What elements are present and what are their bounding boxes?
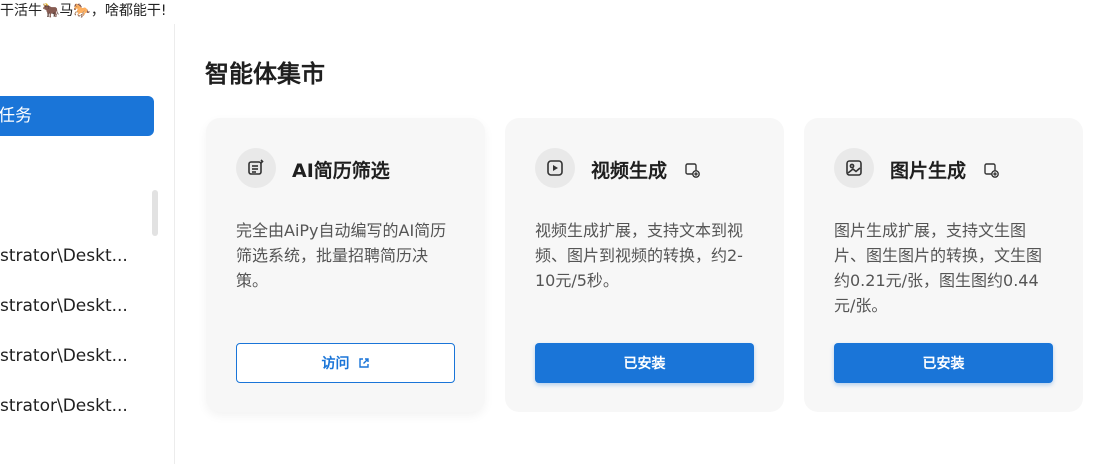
card-title: 视频生成 (591, 156, 700, 183)
page-title: 智能体集市 (205, 60, 325, 88)
visit-button[interactable]: 访问 (236, 343, 455, 383)
sidebar-scrollbar[interactable] (152, 190, 158, 236)
card-title-text: 视频生成 (591, 160, 668, 182)
extension-badge-icon (983, 161, 999, 183)
sidebar-task-item[interactable]: strator\Deskt... (0, 346, 128, 366)
card-title: 图片生成 (890, 156, 999, 183)
visit-button-label: 访问 (321, 356, 350, 372)
external-link-icon (358, 357, 370, 369)
card-description: 图片生成扩展，支持文生图片、图生图片的转换，文生图约0.21元/张，图生图约0.… (834, 221, 1043, 315)
card-description: 完全由AiPy自动编写的AI简历筛选系统，批量招聘简历决策。 (236, 221, 447, 290)
extension-badge-icon (684, 161, 700, 183)
image-icon (834, 148, 874, 188)
slogan: 干活牛🐂马🐎，啥都能干! (0, 3, 167, 19)
installed-button[interactable]: 已安装 (834, 343, 1053, 383)
sidebar-task-item[interactable]: strator\Deskt... (0, 296, 128, 316)
resume-filter-icon (236, 148, 276, 188)
installed-button[interactable]: 已安装 (535, 343, 754, 383)
card-title: AI简历筛选 (292, 160, 390, 182)
sidebar-task-item[interactable]: strator\Deskt... (0, 396, 128, 416)
video-icon (535, 148, 575, 188)
card-description: 视频生成扩展，支持文本到视频、图片到视频的转换，约2-10元/5秒。 (535, 221, 744, 290)
agent-card-video: 视频生成 视频生成扩展，支持文本到视频、图片到视频的转换，约2-10元/5秒。 … (505, 118, 784, 412)
card-title-text: 图片生成 (890, 160, 967, 182)
sidebar-active-task[interactable]: 任务 (0, 96, 154, 136)
sidebar: 任务 strator\Deskt... strator\Deskt... str… (0, 24, 175, 464)
agent-card-resume: AI简历筛选 完全由AiPy自动编写的AI简历筛选系统，批量招聘简历决策。 访问 (206, 118, 485, 412)
agent-card-image: 图片生成 图片生成扩展，支持文生图片、图生图片的转换，文生图约0.21元/张，图… (804, 118, 1083, 412)
sidebar-task-item[interactable]: strator\Deskt... (0, 246, 128, 266)
